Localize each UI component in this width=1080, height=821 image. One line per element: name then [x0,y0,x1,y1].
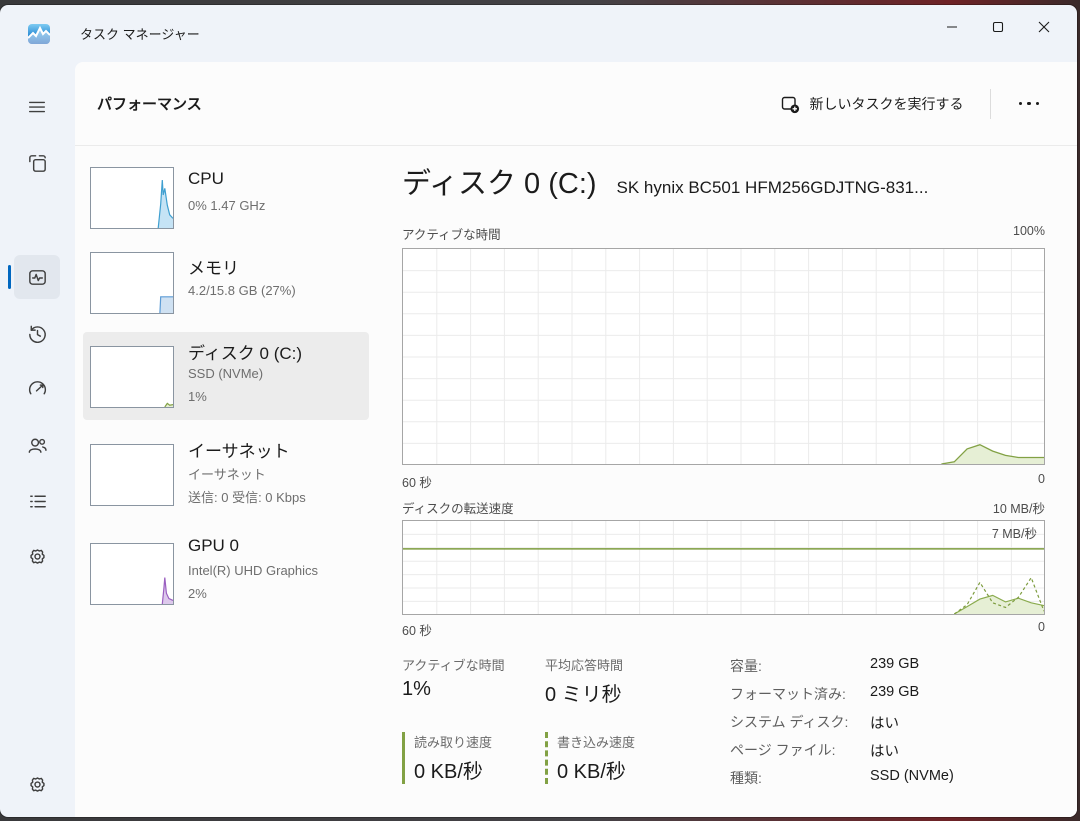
perf-item-detail: Intel(R) UHD Graphics [188,563,318,578]
menu-button[interactable] [14,85,60,129]
perf-item-detail: SSD (NVMe) [188,366,263,381]
ellipsis-icon [1019,102,1023,106]
maximize-button[interactable] [975,7,1021,47]
new-task-icon [780,94,800,114]
chart2-x-right: 0 [1038,620,1045,639]
detail-capacity: 容量: 239 GB [730,656,919,676]
chart1-x-right: 0 [1038,472,1045,491]
chart2-max: 10 MB/秒 [993,498,1045,517]
disk-mini-chart [90,346,174,408]
sidebar-item-services[interactable] [14,535,60,579]
chart1-x-left: 60 秒 [402,472,432,491]
perf-item-detail: 2% [188,586,207,601]
perf-item-name: ディスク 0 (C:) [188,339,302,364]
sidebar-item-performance[interactable] [14,255,60,299]
task-manager-app-icon [28,24,50,44]
perf-item-disk[interactable]: ディスク 0 (C:) SSD (NVMe) 1% [90,336,382,428]
hamburger-icon [26,96,48,118]
chart2-x-left: 60 秒 [402,620,432,639]
perf-item-name: CPU [188,169,224,189]
close-button[interactable] [1021,7,1067,47]
sidebar-item-details[interactable] [14,479,60,523]
transfer-rate-chart: 7 MB/秒 [402,520,1045,615]
chart1-max: 100% [1013,224,1045,243]
cpu-mini-chart [90,167,174,229]
list-icon [26,490,49,513]
active-time-chart [402,248,1045,465]
services-icon [26,546,49,569]
window-title: タスク マネージャー [80,24,200,43]
perf-item-detail: 0% 1.47 GHz [188,198,265,213]
performance-icon [26,266,49,289]
task-manager-window: タスク マネージャー [0,5,1077,817]
detail-type: 種類: SSD (NVMe) [730,768,954,788]
navigation-rail [0,62,75,817]
memory-mini-chart [90,252,174,314]
chart2-label: ディスクの転送速度 [402,498,514,517]
history-icon [26,322,49,345]
ethernet-mini-chart [90,444,174,506]
perf-item-memory[interactable]: メモリ 4.2/15.8 GB (27%) [90,252,382,332]
sidebar-item-app-history[interactable] [14,311,60,355]
perf-item-name: メモリ [188,254,239,279]
detail-system-disk: システム ディスク: はい [730,712,899,733]
content-panel: パフォーマンス 新しいタスクを実行する CPU 0% 1.47 G [75,62,1077,817]
run-new-task-label: 新しいタスクを実行する [810,94,964,114]
processes-icon [26,152,49,175]
gear-icon [26,774,49,797]
perf-item-detail: 1% [188,389,207,404]
perf-item-ethernet[interactable]: イーサネット イーサネット 送信: 0 受信: 0 Kbps [90,434,382,529]
stat-write-speed: 書き込み速度 0 KB/秒 [545,732,635,784]
page-title: パフォーマンス [97,93,202,114]
sidebar-item-startup-apps[interactable] [14,366,60,410]
peak-line-label: 7 MB/秒 [992,523,1037,542]
perf-item-name: GPU 0 [188,536,239,556]
minimize-button[interactable] [929,7,975,47]
disk-title: ディスク 0 (C:) [402,160,597,202]
more-options-button[interactable] [1007,94,1052,114]
users-icon [26,434,49,457]
header-separator [990,89,991,119]
perf-item-detail: イーサネット [188,464,266,483]
run-new-task-button[interactable]: 新しいタスクを実行する [770,88,974,120]
perf-item-gpu[interactable]: GPU 0 Intel(R) UHD Graphics 2% [90,533,382,628]
stat-active-time: アクティブな時間 1% [402,655,505,701]
detail-page-file: ページ ファイル: はい [730,740,899,761]
sidebar-item-users[interactable] [14,423,60,467]
perf-item-name: イーサネット [188,437,290,462]
stat-avg-response: 平均応答時間 0 ミリ秒 [545,655,623,707]
disk-model: SK hynix BC501 HFM256GDJTNG-831... [617,178,929,198]
chart1-label: アクティブな時間 [402,224,501,243]
panel-header: パフォーマンス 新しいタスクを実行する [75,62,1077,146]
perf-item-detail: 送信: 0 受信: 0 Kbps [188,487,306,506]
gauge-icon [26,377,49,400]
perf-item-cpu[interactable]: CPU 0% 1.47 GHz [90,167,382,247]
sidebar-item-settings[interactable] [14,763,60,807]
detail-formatted: フォーマット済み: 239 GB [730,684,919,704]
perf-item-detail: 4.2/15.8 GB (27%) [188,283,296,298]
stat-read-speed: 読み取り速度 0 KB/秒 [402,732,492,784]
selected-indicator [8,265,11,289]
sidebar-item-processes[interactable] [14,141,60,185]
gpu-mini-chart [90,543,174,605]
titlebar: タスク マネージャー [0,5,1077,62]
